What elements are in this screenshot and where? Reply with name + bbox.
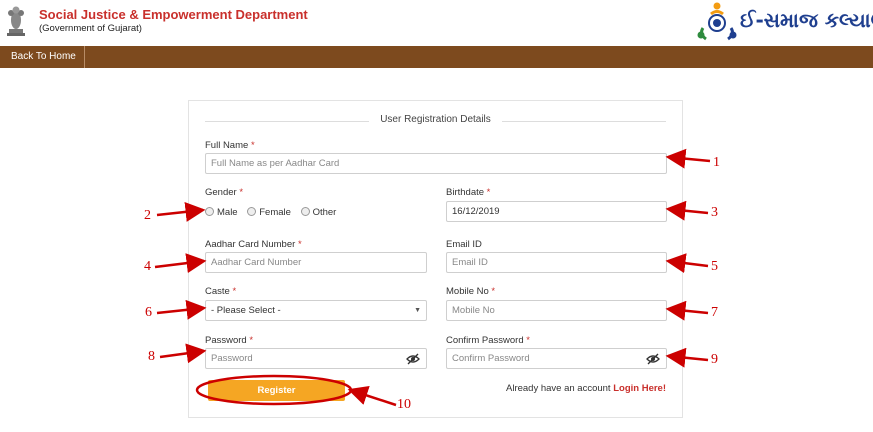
annotation-arrow-6: [156, 299, 207, 320]
page: Social Justice & Empowerment Department …: [0, 0, 873, 432]
annotation-arrow-3: [665, 200, 709, 221]
annotation-number-2: 2: [144, 208, 151, 223]
annotation-number-1: 1: [713, 155, 720, 170]
annotation-arrow-8: [159, 343, 207, 364]
annotation-number-9: 9: [711, 352, 718, 367]
annotation-number-10: 10: [397, 397, 411, 412]
annotation-overlay: [154, 148, 711, 407]
annotation-arrow-4: [154, 253, 207, 274]
annotation-number-4: 4: [144, 259, 151, 274]
annotation-arrow-1: [665, 148, 711, 169]
annotation-number-5: 5: [711, 259, 718, 274]
annotation-arrow-2: [156, 201, 206, 222]
annotation-number-3: 3: [711, 205, 718, 220]
annotation-number-7: 7: [711, 305, 718, 320]
annotation-arrow-7: [665, 300, 709, 321]
annotation-arrow-5: [665, 253, 709, 274]
annotation-number-8: 8: [148, 349, 155, 364]
annotation-arrow-9: [665, 347, 709, 368]
annotation-arrow-10: [347, 385, 397, 407]
register-highlight-circle: [195, 374, 353, 406]
annotation-number-6: 6: [145, 305, 152, 320]
